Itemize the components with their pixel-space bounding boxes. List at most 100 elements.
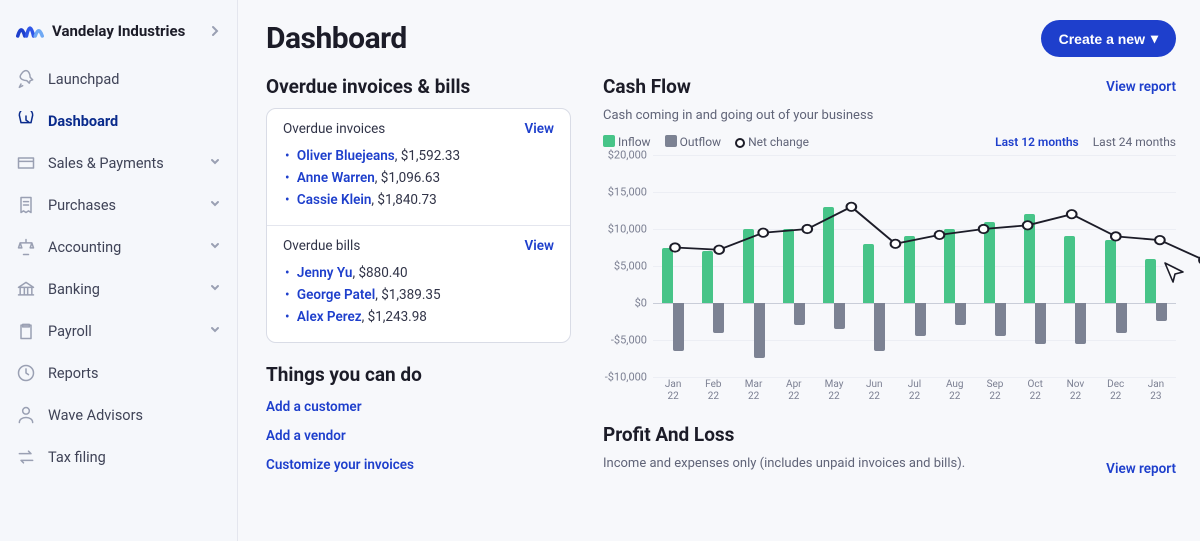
bill-row: • George Patel, $1,389.35 — [283, 284, 554, 306]
sidebar-item-dashboard[interactable]: Dashboard — [0, 100, 237, 142]
x-label: Feb22 — [693, 377, 733, 405]
chevron-down-icon — [209, 155, 221, 172]
overdue-card: Overdue invoices View • Oliver Bluejeans… — [266, 108, 571, 343]
cashflow-chart: $20,000$15,000$10,000$5,000$0-$5,000-$10… — [603, 155, 1176, 405]
invoice-row: • Oliver Bluejeans, $1,592.33 — [283, 145, 554, 167]
company-switcher[interactable]: Vandelay Industries — [0, 12, 237, 58]
clock-icon — [16, 363, 36, 383]
clipboard-icon — [16, 321, 36, 341]
bill-name[interactable]: Jenny Yu — [297, 265, 353, 281]
x-label: Jul22 — [894, 377, 934, 405]
actions-section-title: Things you can do — [266, 363, 571, 386]
net-point[interactable] — [802, 225, 812, 233]
rocket-icon — [16, 69, 36, 89]
overdue-section-title: Overdue invoices & bills — [266, 75, 571, 98]
x-label: Apr22 — [774, 377, 814, 405]
bill-name[interactable]: George Patel — [297, 287, 375, 303]
sidebar-item-accounting[interactable]: Accounting — [0, 226, 237, 268]
invoice-name[interactable]: Oliver Bluejeans — [297, 148, 395, 164]
sidebar: Vandelay Industries Launchpad Dashboard Sa… — [0, 0, 238, 541]
net-point[interactable] — [847, 203, 857, 211]
swap-icon — [16, 447, 36, 467]
caret-down-icon: ▾ — [1151, 30, 1158, 47]
y-tick: -$10,000 — [605, 371, 647, 384]
sidebar-item-label: Reports — [48, 365, 99, 382]
net-point[interactable] — [1067, 210, 1077, 218]
sidebar-item-payroll[interactable]: Payroll — [0, 310, 237, 352]
sidebar-item-label: Tax filing — [48, 449, 106, 466]
legend-inflow: Inflow — [603, 135, 651, 149]
x-label: Jun22 — [854, 377, 894, 405]
y-tick: $5,000 — [614, 260, 647, 273]
action-link-0[interactable]: Add a customer — [266, 399, 362, 415]
bill-row: • Alex Perez, $1,243.98 — [283, 306, 554, 328]
profitloss-view-report-link[interactable]: View report — [1106, 461, 1176, 477]
bank-icon — [16, 279, 36, 299]
sidebar-item-purchases[interactable]: Purchases — [0, 184, 237, 226]
company-name: Vandelay Industries — [52, 22, 201, 40]
receipt-icon — [16, 195, 36, 215]
y-tick: $10,000 — [608, 222, 647, 235]
y-tick: $0 — [635, 296, 647, 309]
x-label: Oct22 — [1015, 377, 1055, 405]
cursor-icon — [1162, 260, 1186, 288]
action-link-2[interactable]: Customize your invoices — [266, 457, 414, 473]
sidebar-item-label: Launchpad — [48, 71, 119, 88]
sidebar-item-launchpad[interactable]: Launchpad — [0, 58, 237, 100]
wave-logo-icon — [16, 18, 44, 44]
create-new-button[interactable]: Create a new ▾ — [1041, 20, 1176, 57]
main-content: Dashboard Create a new ▾ Overdue invoice… — [238, 0, 1200, 541]
x-label: Aug22 — [935, 377, 975, 405]
card-icon — [16, 153, 36, 173]
invoice-name[interactable]: Anne Warren — [297, 170, 375, 186]
dashboard-icon — [16, 111, 36, 131]
cashflow-view-report-link[interactable]: View report — [1106, 79, 1176, 95]
net-point[interactable] — [714, 246, 724, 254]
net-point[interactable] — [758, 229, 768, 237]
scale-icon — [16, 237, 36, 257]
x-label: Nov22 — [1055, 377, 1095, 405]
cashflow-subtitle: Cash coming in and going out of your bus… — [603, 108, 873, 123]
net-point[interactable] — [1111, 232, 1121, 240]
range-last-12-months[interactable]: Last 12 months — [995, 135, 1079, 149]
x-label: Dec22 — [1096, 377, 1136, 405]
bill-row: • Jenny Yu, $880.40 — [283, 262, 554, 284]
invoice-row: • Anne Warren, $1,096.63 — [283, 167, 554, 189]
overdue-invoices-view-link[interactable]: View — [524, 121, 554, 137]
chevron-down-icon — [209, 197, 221, 214]
cashflow-title: Cash Flow — [603, 75, 873, 98]
x-label: May22 — [814, 377, 854, 405]
x-label: Jan22 — [653, 377, 693, 405]
sidebar-item-wave-advisors[interactable]: Wave Advisors — [0, 394, 237, 436]
sidebar-item-label: Wave Advisors — [48, 407, 143, 424]
overdue-invoices-title: Overdue invoices — [283, 121, 385, 137]
sidebar-item-label: Dashboard — [48, 113, 118, 130]
y-tick: -$5,000 — [611, 334, 647, 347]
net-point[interactable] — [1155, 236, 1165, 244]
sidebar-item-label: Sales & Payments — [48, 155, 164, 172]
chevron-down-icon — [209, 239, 221, 256]
chevron-right-icon — [209, 22, 221, 41]
y-tick: $15,000 — [608, 185, 647, 198]
range-last-24-months[interactable]: Last 24 months — [1093, 135, 1176, 149]
sidebar-item-label: Accounting — [48, 239, 121, 256]
sidebar-item-reports[interactable]: Reports — [0, 352, 237, 394]
net-point[interactable] — [1023, 221, 1033, 229]
sidebar-item-banking[interactable]: Banking — [0, 268, 237, 310]
legend-net: Net change — [735, 135, 809, 149]
net-point[interactable] — [891, 240, 901, 248]
profitloss-title: Profit And Loss — [603, 423, 965, 446]
overdue-bills-view-link[interactable]: View — [524, 238, 554, 254]
invoice-name[interactable]: Cassie Klein — [297, 192, 371, 208]
legend-outflow: Outflow — [665, 135, 721, 149]
bill-name[interactable]: Alex Perez — [297, 309, 362, 325]
net-point[interactable] — [935, 231, 945, 239]
sidebar-item-tax-filing[interactable]: Tax filing — [0, 436, 237, 478]
sidebar-item-sales-payments[interactable]: Sales & Payments — [0, 142, 237, 184]
action-link-1[interactable]: Add a vendor — [266, 428, 346, 444]
net-point[interactable] — [979, 225, 989, 233]
y-tick: $20,000 — [608, 149, 647, 162]
net-point[interactable] — [670, 243, 680, 251]
invoice-row: • Cassie Klein, $1,840.73 — [283, 189, 554, 211]
create-new-label: Create a new — [1059, 31, 1145, 47]
